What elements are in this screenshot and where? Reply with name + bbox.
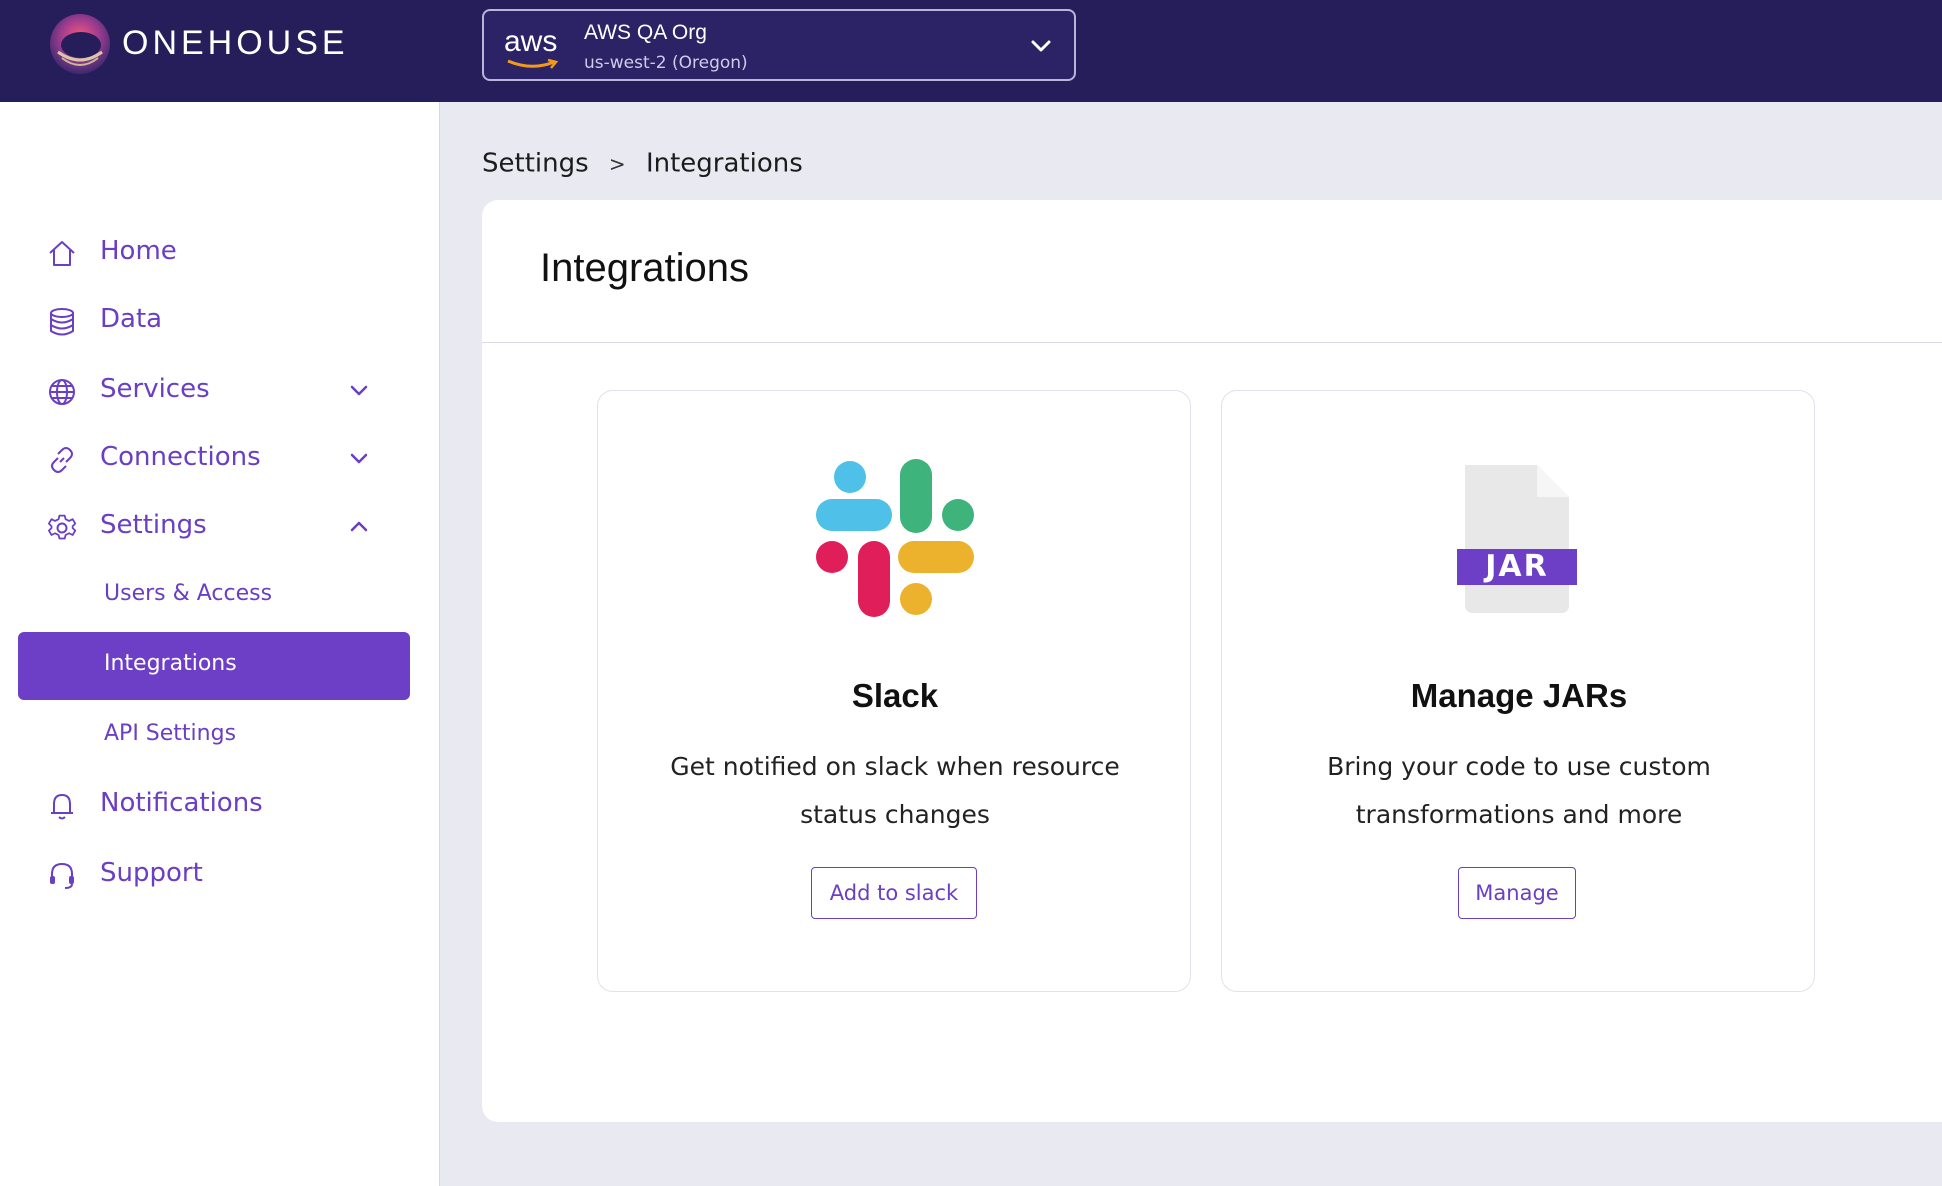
add-to-slack-button[interactable]: Add to slack (811, 867, 977, 919)
headset-icon (50, 862, 74, 889)
manage-jars-card: JAR Manage JARs Bring your code to use c… (1221, 390, 1815, 992)
subitem-label: API Settings (104, 721, 237, 746)
breadcrumb-current: Integrations (645, 148, 803, 179)
sidebar-item-data[interactable]: Data (0, 294, 440, 346)
home-icon (49, 241, 75, 266)
bell-icon (51, 794, 73, 820)
card-title: Manage JARs (1410, 677, 1628, 714)
sidebar-item-label: Services (100, 374, 210, 404)
sidebar-item-label: Connections (100, 442, 261, 472)
sidebar-item-settings[interactable]: Settings (0, 500, 440, 552)
divider (482, 342, 1942, 343)
sidebar-item-home[interactable]: Home (0, 226, 440, 278)
page-title: Integrations (540, 246, 750, 290)
org-name: AWS QA Org (584, 21, 707, 44)
org-region: us-west-2 (Oregon) (584, 53, 748, 73)
aws-provider-label: aws (504, 25, 558, 58)
sidebar-subitem-api-settings[interactable]: API Settings (18, 702, 410, 770)
slack-icon (816, 459, 974, 617)
integrations-panel: Integrations Slack Get notified on slack… (482, 200, 1942, 1122)
sidebar-item-label: Data (100, 304, 163, 334)
sidebar-item-support[interactable]: Support (0, 848, 440, 900)
aws-logo-icon: aws (504, 25, 568, 73)
sidebar-subitem-integrations[interactable]: Integrations (18, 632, 410, 700)
sidebar: Home Data Services Connections Settings … (0, 102, 440, 1186)
sidebar-item-connections[interactable]: Connections (0, 432, 440, 484)
breadcrumb: Settings > Integrations (482, 148, 803, 179)
chevron-down-icon[interactable] (346, 446, 372, 472)
jar-icon-label: JAR (1485, 549, 1549, 584)
card-description: Get notified on slack when resource stat… (670, 752, 1120, 829)
subitem-label: Integrations (104, 651, 237, 676)
sidebar-item-label: Support (100, 858, 203, 888)
sidebar-item-label: Home (100, 236, 177, 266)
sidebar-item-notifications[interactable]: Notifications (0, 778, 440, 830)
breadcrumb-parent[interactable]: Settings (482, 149, 589, 179)
globe-icon (49, 379, 75, 405)
gear-icon (48, 514, 77, 540)
card-title: Slack (851, 677, 939, 714)
slack-integration-card: Slack Get notified on slack when resourc… (597, 390, 1191, 992)
sidebar-subitem-users-access[interactable]: Users & Access (18, 562, 410, 630)
onehouse-logo-icon[interactable] (48, 12, 112, 76)
database-icon (50, 308, 74, 336)
subitem-label: Users & Access (104, 581, 273, 606)
top-bar: ONEHOUSE aws AWS QA Org us-west-2 (Orego… (0, 0, 1942, 102)
sidebar-item-services[interactable]: Services (0, 364, 440, 416)
chevron-up-icon[interactable] (346, 514, 372, 540)
chevron-down-icon[interactable] (1028, 33, 1054, 59)
card-description: Bring your code to use custom transforma… (1327, 752, 1711, 829)
chevron-down-icon[interactable] (346, 378, 372, 404)
sidebar-item-label: Notifications (100, 788, 263, 818)
jar-file-icon (1457, 465, 1577, 613)
brand-name: ONEHOUSE (122, 24, 349, 62)
org-selector[interactable]: aws AWS QA Org us-west-2 (Oregon) (482, 9, 1076, 81)
sidebar-item-label: Settings (100, 510, 207, 540)
manage-jars-button[interactable]: Manage (1458, 867, 1576, 919)
link-icon (51, 447, 73, 473)
breadcrumb-separator: > (608, 151, 626, 176)
